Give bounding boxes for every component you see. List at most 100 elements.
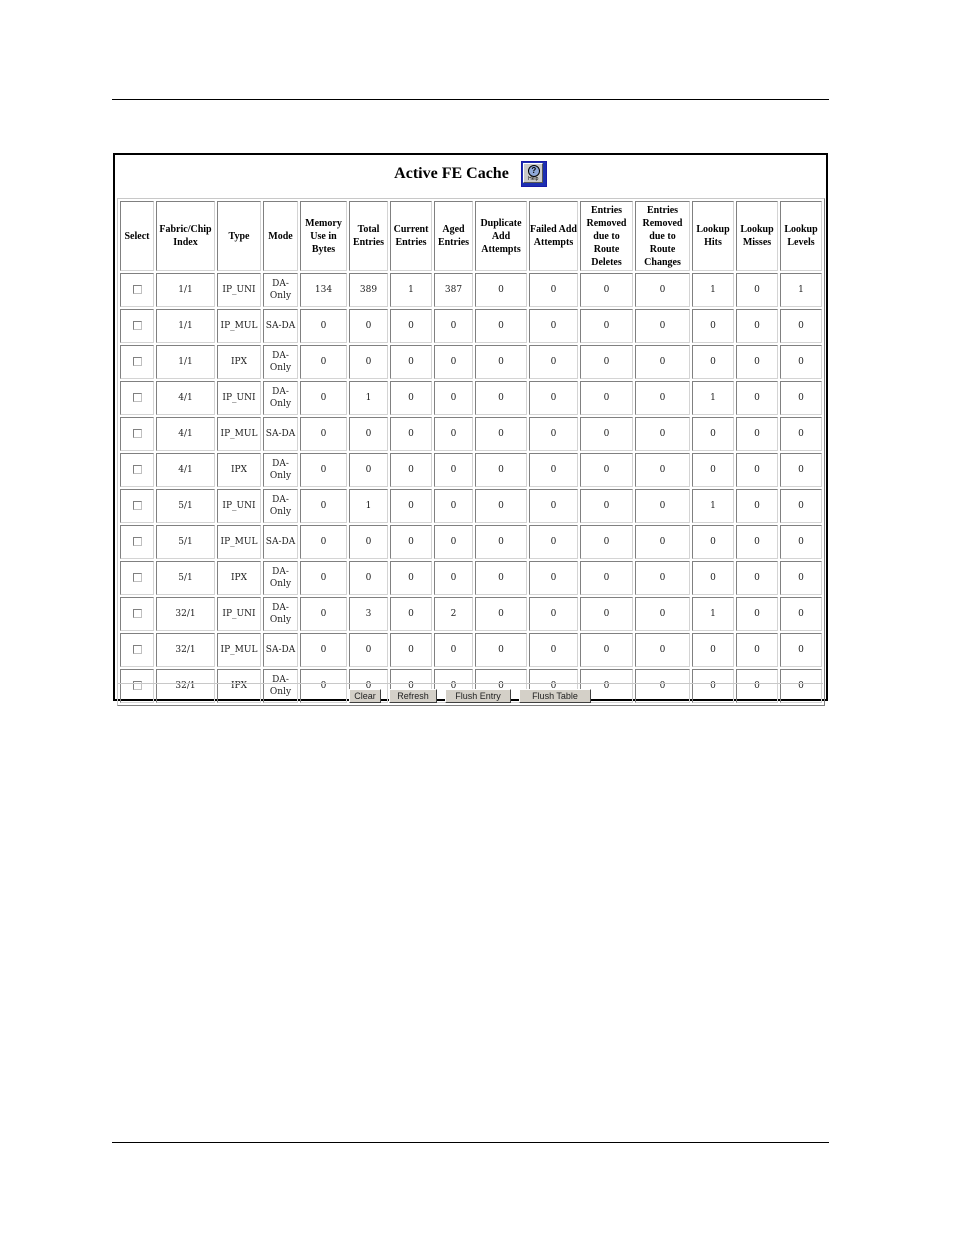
flush-entry-button[interactable]: Flush Entry: [445, 689, 511, 703]
select-cell: [120, 597, 154, 631]
removed-route-changes-cell: 0: [635, 273, 690, 307]
column-header-total-entries: Total Entries: [349, 201, 388, 271]
fabric-chip-index-cell: 4/1: [156, 417, 215, 451]
type-cell: IP_UNI: [217, 273, 261, 307]
memory-use-cell: 0: [300, 525, 347, 559]
clear-button[interactable]: Clear: [349, 689, 381, 703]
lookup-hits-cell: 0: [692, 561, 734, 595]
failed-add-attempts-cell: 0: [529, 417, 578, 451]
fabric-chip-index-cell: 4/1: [156, 381, 215, 415]
current-entries-cell: 0: [390, 633, 432, 667]
lookup-levels-cell: 0: [780, 453, 822, 487]
lookup-hits-cell: 1: [692, 597, 734, 631]
select-cell: [120, 525, 154, 559]
column-header-aged-entries: Aged Entries: [434, 201, 473, 271]
select-cell: [120, 489, 154, 523]
lookup-misses-cell: 0: [736, 633, 778, 667]
current-entries-cell: 0: [390, 525, 432, 559]
aged-entries-cell: 0: [434, 489, 473, 523]
table-row: 1/1 IP_MUL SA-DA 0 0 0 0 0 0 0 0 0 0 0: [120, 309, 822, 343]
removed-route-deletes-cell: 0: [580, 633, 633, 667]
column-header-memory-use: Memory Use in Bytes: [300, 201, 347, 271]
aged-entries-cell: 0: [434, 381, 473, 415]
aged-entries-cell: 0: [434, 417, 473, 451]
table-body: 1/1 IP_UNI DA-Only 134 389 1 387 0 0 0 0 1 0 1 1/1 IP_M…: [120, 273, 822, 703]
current-entries-cell: 1: [390, 273, 432, 307]
column-header-duplicate-add-attempts: Duplicate Add Attempts: [475, 201, 527, 271]
lookup-misses-cell: 0: [736, 561, 778, 595]
select-cell: [120, 309, 154, 343]
flush-table-button[interactable]: Flush Table: [519, 689, 591, 703]
total-entries-cell: 0: [349, 417, 388, 451]
lookup-levels-cell: 0: [780, 309, 822, 343]
mode-cell: SA-DA: [263, 417, 298, 451]
row-select-checkbox[interactable]: [132, 572, 142, 582]
select-cell: [120, 453, 154, 487]
removed-route-changes-cell: 0: [635, 597, 690, 631]
aged-entries-cell: 0: [434, 561, 473, 595]
duplicate-add-attempts-cell: 0: [475, 417, 527, 451]
memory-use-cell: 0: [300, 381, 347, 415]
refresh-button[interactable]: Refresh: [389, 689, 437, 703]
row-select-checkbox[interactable]: [132, 356, 142, 366]
type-cell: IP_MUL: [217, 525, 261, 559]
fabric-chip-index-cell: 1/1: [156, 309, 215, 343]
active-fe-cache-panel: Active FE Cache ? Help Select Fabric/Chi…: [113, 153, 828, 706]
current-entries-cell: 0: [390, 453, 432, 487]
duplicate-add-attempts-cell: 0: [475, 633, 527, 667]
page-title: Active FE Cache: [394, 165, 509, 182]
mode-cell: SA-DA: [263, 309, 298, 343]
total-entries-cell: 0: [349, 633, 388, 667]
duplicate-add-attempts-cell: 0: [475, 561, 527, 595]
memory-use-cell: 0: [300, 453, 347, 487]
failed-add-attempts-cell: 0: [529, 633, 578, 667]
help-button[interactable]: ? Help: [520, 161, 547, 187]
lookup-levels-cell: 0: [780, 633, 822, 667]
fabric-chip-index-cell: 5/1: [156, 561, 215, 595]
failed-add-attempts-cell: 0: [529, 489, 578, 523]
table-row: 4/1 IPX DA-Only 0 0 0 0 0 0 0 0 0 0 0: [120, 453, 822, 487]
duplicate-add-attempts-cell: 0: [475, 525, 527, 559]
select-cell: [120, 273, 154, 307]
lookup-hits-cell: 0: [692, 453, 734, 487]
type-cell: IPX: [217, 453, 261, 487]
duplicate-add-attempts-cell: 0: [475, 489, 527, 523]
table-row: 5/1 IP_MUL SA-DA 0 0 0 0 0 0 0 0 0 0 0: [120, 525, 822, 559]
row-select-checkbox[interactable]: [132, 500, 142, 510]
removed-route-deletes-cell: 0: [580, 273, 633, 307]
column-header-removed-route-deletes: Entries Removed due to Route Deletes: [580, 201, 633, 271]
row-select-checkbox[interactable]: [132, 464, 142, 474]
row-select-checkbox[interactable]: [132, 284, 142, 294]
table-row: 5/1 IP_UNI DA-Only 0 1 0 0 0 0 0 0 1 0 0: [120, 489, 822, 523]
row-select-checkbox[interactable]: [132, 320, 142, 330]
mode-cell: SA-DA: [263, 633, 298, 667]
lookup-levels-cell: 0: [780, 561, 822, 595]
lookup-levels-cell: 0: [780, 345, 822, 379]
row-select-checkbox[interactable]: [132, 392, 142, 402]
row-select-checkbox[interactable]: [132, 608, 142, 618]
column-header-fabric-chip-index: Fabric/Chip Index: [156, 201, 215, 271]
column-header-type: Type: [217, 201, 261, 271]
lookup-misses-cell: 0: [736, 381, 778, 415]
removed-route-changes-cell: 0: [635, 633, 690, 667]
lookup-levels-cell: 0: [780, 597, 822, 631]
memory-use-cell: 0: [300, 489, 347, 523]
removed-route-deletes-cell: 0: [580, 597, 633, 631]
row-select-checkbox[interactable]: [132, 644, 142, 654]
row-select-checkbox[interactable]: [132, 536, 142, 546]
aged-entries-cell: 0: [434, 345, 473, 379]
select-cell: [120, 345, 154, 379]
table-row: 1/1 IP_UNI DA-Only 134 389 1 387 0 0 0 0 1 0 1: [120, 273, 822, 307]
memory-use-cell: 0: [300, 633, 347, 667]
removed-route-changes-cell: 0: [635, 345, 690, 379]
lookup-levels-cell: 0: [780, 417, 822, 451]
table-row: 32/1 IP_MUL SA-DA 0 0 0 0 0 0 0 0 0 0 0: [120, 633, 822, 667]
lookup-misses-cell: 0: [736, 273, 778, 307]
duplicate-add-attempts-cell: 0: [475, 381, 527, 415]
row-select-checkbox[interactable]: [132, 428, 142, 438]
type-cell: IP_MUL: [217, 417, 261, 451]
removed-route-deletes-cell: 0: [580, 525, 633, 559]
type-cell: IPX: [217, 561, 261, 595]
mode-cell: DA-Only: [263, 273, 298, 307]
memory-use-cell: 0: [300, 597, 347, 631]
